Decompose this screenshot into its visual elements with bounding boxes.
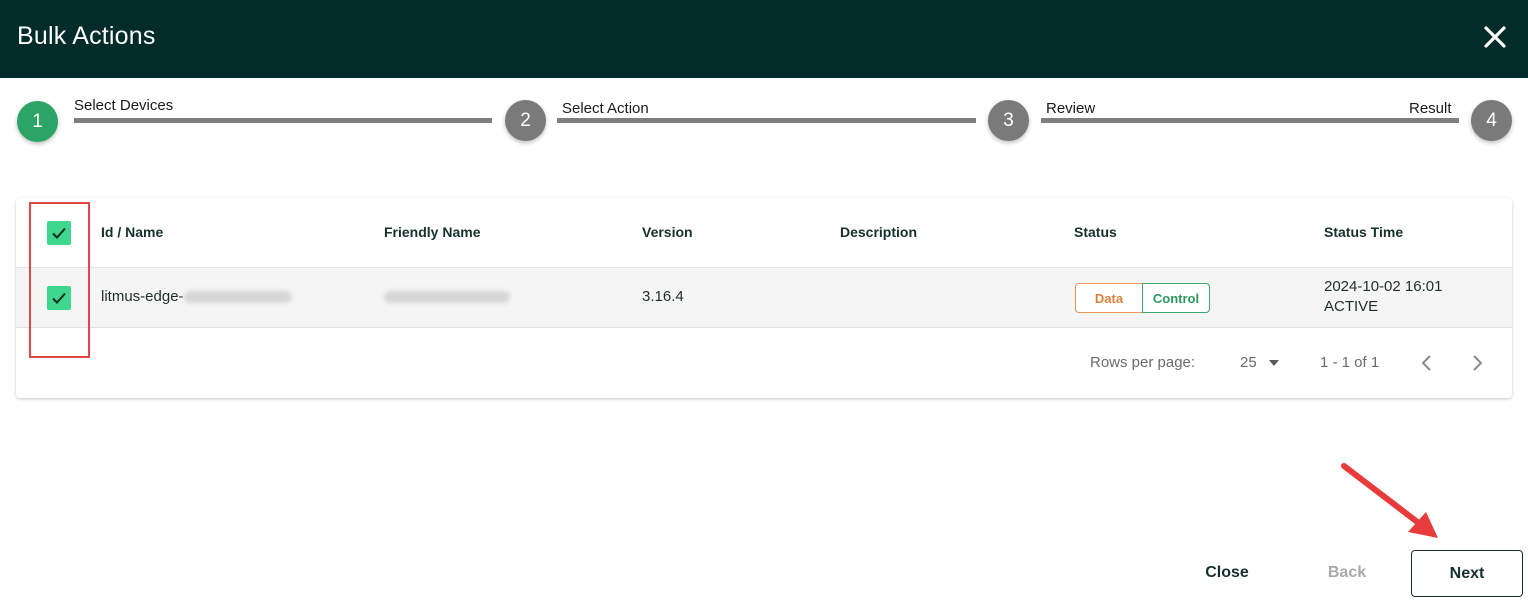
close-icon[interactable] <box>1480 22 1510 52</box>
pagination: Rows per page: 25 1 - 1 of 1 <box>16 328 1512 398</box>
step-1-circle: 1 <box>17 101 58 142</box>
step-2-label: Select Action <box>562 100 649 117</box>
rows-per-page-label: Rows per page: <box>1090 354 1196 371</box>
dialog-header: Bulk Actions <box>0 0 1528 78</box>
column-header-friendly-name[interactable]: Friendly Name <box>384 224 480 240</box>
redacted-text <box>384 291 510 304</box>
table-header: Id / Name Friendly Name Version Descript… <box>16 198 1512 268</box>
table-row[interactable]: litmus-edge- 3.16.4 Data Control 2024-10… <box>16 268 1512 328</box>
device-friendly-name <box>384 288 510 305</box>
stepper: 1 Select Devices 2 Select Action 3 Revie… <box>0 78 1528 168</box>
column-header-id-name[interactable]: Id / Name <box>101 224 163 240</box>
step-1-label: Select Devices <box>74 97 174 114</box>
column-header-description[interactable]: Description <box>840 224 917 240</box>
caret-down-icon <box>1268 359 1279 366</box>
device-version: 3.16.4 <box>642 288 684 305</box>
device-id-prefix: litmus-edge- <box>101 288 184 305</box>
device-id-name: litmus-edge- <box>101 288 292 305</box>
next-button[interactable]: Next <box>1411 550 1523 597</box>
chevron-left-icon[interactable] <box>1420 354 1434 372</box>
status-state: ACTIVE <box>1324 298 1379 315</box>
status-time: 2024-10-02 16:01 ACTIVE <box>1324 277 1442 317</box>
back-button[interactable]: Back <box>1308 553 1386 593</box>
step-connector <box>1041 118 1459 123</box>
step-2-circle: 2 <box>505 100 546 141</box>
step-4-label: Result <box>1409 100 1452 117</box>
step-connector <box>557 118 976 123</box>
status-chip-control: Control <box>1142 283 1210 313</box>
status-chip-data: Data <box>1075 283 1143 313</box>
dialog-title: Bulk Actions <box>17 22 156 50</box>
rows-per-page-value: 25 <box>1240 354 1257 371</box>
column-header-status-time[interactable]: Status Time <box>1324 224 1403 240</box>
column-header-version[interactable]: Version <box>642 224 693 240</box>
redacted-text <box>183 291 292 304</box>
step-3-label: Review <box>1046 100 1096 117</box>
rows-per-page-select[interactable]: 25 <box>1240 354 1279 371</box>
step-connector <box>74 118 492 123</box>
chevron-right-icon[interactable] <box>1470 354 1484 372</box>
pagination-range: 1 - 1 of 1 <box>1320 354 1380 371</box>
column-header-status[interactable]: Status <box>1074 224 1117 240</box>
devices-table: Id / Name Friendly Name Version Descript… <box>16 198 1512 398</box>
annotation-highlight-box <box>29 202 90 358</box>
step-4-circle: 4 <box>1471 100 1512 141</box>
annotation-arrow-icon <box>1341 463 1438 538</box>
status-time-value: 2024-10-02 16:01 <box>1324 278 1443 295</box>
close-button[interactable]: Close <box>1188 553 1266 593</box>
step-3-circle: 3 <box>988 100 1029 141</box>
